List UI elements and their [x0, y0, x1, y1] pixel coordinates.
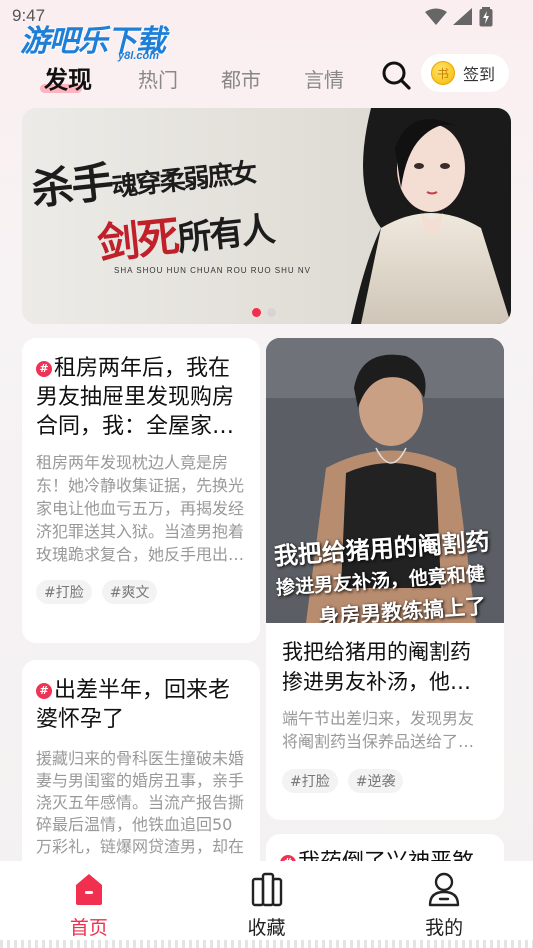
- search-button[interactable]: [381, 60, 411, 90]
- nav-profile-label: 我的: [425, 917, 464, 939]
- banner-carousel[interactable]: 杀手魂穿柔弱庶女 剑死所有人 SHA SHOU HUN CHUAN ROU RU…: [22, 108, 511, 324]
- book-card[interactable]: #租房两年后，我在男友抽屉里发现购房合同，我：全屋家具都是我买的 租房两年发现枕…: [22, 338, 260, 643]
- tab-romance[interactable]: 言情: [304, 64, 344, 93]
- tag-list: #打脸 #爽文: [36, 580, 246, 604]
- book-card[interactable]: 我把给猪用的阉割药 掺进男友补汤，他竟和健 身房男教练搞上了 我把给猪用的阉割药…: [266, 338, 504, 820]
- wifi-icon: [425, 8, 447, 25]
- book-description: 援藏归来的骨科医生撞破未婚妻与男闺蜜的婚房丑事，亲手浇灭五年感情。当流产报告撕碎…: [36, 749, 245, 856]
- nav-home-label: 首页: [69, 917, 108, 939]
- book-title: # 出差半年，回来老婆怀孕了: [36, 678, 231, 732]
- tag[interactable]: #打脸: [36, 580, 92, 604]
- nav-favorites-label: 收藏: [247, 917, 286, 939]
- bottom-watermark-strip: [0, 940, 533, 948]
- book-description: 租房两年发现枕边人竟是房东！她冷静收集证据，先换光家电让他血亏五万，再揭发经济犯…: [36, 453, 245, 564]
- banner-illustration: [351, 108, 511, 324]
- coin-icon: 书: [431, 61, 455, 85]
- book-card[interactable]: # 出差半年，回来老婆怀孕了 援藏归来的骨科医生撞破未婚妻与男闺蜜的婚房丑事，亲手…: [22, 660, 260, 880]
- signin-label: 签到: [463, 65, 496, 84]
- tag[interactable]: #逆袭: [347, 769, 404, 793]
- bookshelf-icon: [251, 872, 282, 907]
- search-icon: [382, 61, 411, 90]
- tag[interactable]: #爽文: [101, 580, 158, 604]
- carousel-indicator: [252, 308, 276, 317]
- tab-urban[interactable]: 都市: [221, 64, 261, 93]
- nav-home[interactable]: 首页: [0, 861, 178, 948]
- top-tab-bar: 发现 热门 都市 言情 书 签到: [0, 54, 533, 104]
- bottom-nav-bar: 首页 收藏 我的: [0, 861, 533, 948]
- book-title: 我把给猪用的阉割药掺进男友补汤，他竟和健身房男教练搞上了: [282, 640, 471, 694]
- home-icon: [75, 874, 102, 905]
- hashtag-icon: #: [36, 683, 52, 699]
- banner-title: 杀手魂穿柔弱庶女 剑死所有人: [29, 157, 276, 269]
- cover-text: 我把给猪用的阉割药 掺进男友补汤，他竟和健 身房男教练搞上了: [272, 526, 491, 623]
- battery-icon: [479, 7, 493, 27]
- tag[interactable]: #打脸: [282, 769, 338, 793]
- signin-button[interactable]: 书 签到: [421, 54, 509, 92]
- carousel-dot-active: [252, 308, 261, 317]
- carousel-dot: [267, 308, 276, 317]
- book-description: 端午节出差归来，发现男友将阉割药当保养品送给了健身房教练。: [282, 709, 475, 751]
- nav-favorites[interactable]: 收藏: [178, 861, 356, 948]
- tab-hot[interactable]: 热门: [138, 64, 178, 93]
- tab-discover[interactable]: 发现: [40, 60, 92, 95]
- nav-profile[interactable]: 我的: [355, 861, 533, 948]
- signal-icon: [453, 8, 472, 25]
- book-cover: 我把给猪用的阉割药 掺进男友补汤，他竟和健 身房男教练搞上了: [266, 338, 504, 623]
- book-title: #租房两年后，我在男友抽屉里发现购房合同，我：全屋家具都是我买的: [36, 356, 235, 439]
- banner-subtitle: SHA SHOU HUN CHUAN ROU RUO SHU NV: [114, 266, 312, 275]
- hashtag-icon: #: [36, 361, 52, 377]
- user-icon: [428, 872, 460, 907]
- tag-list: #打脸 #逆袭: [282, 769, 488, 793]
- status-icons: [425, 7, 493, 27]
